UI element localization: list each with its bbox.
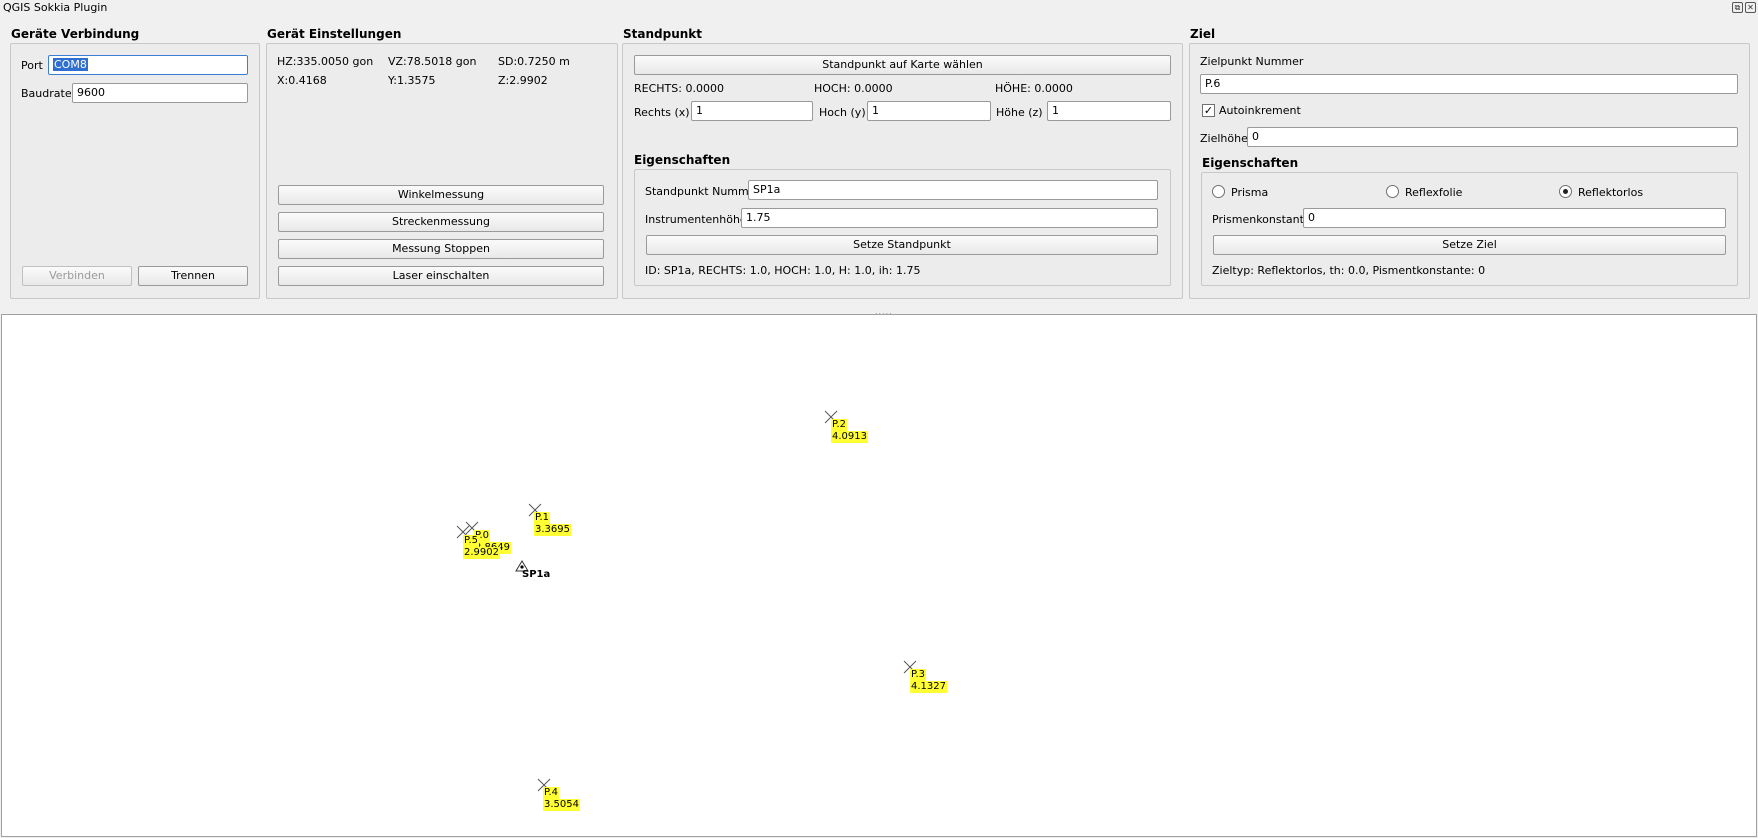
radio-reflexfolie[interactable] — [1386, 185, 1399, 198]
target-number-label: Zielpunkt Nummer — [1200, 55, 1304, 68]
target-group-title: Ziel — [1190, 27, 1216, 41]
radio-reflektorlos[interactable] — [1559, 185, 1572, 198]
point-name: P.3 — [910, 669, 927, 681]
pick-station-button[interactable]: Standpunkt auf Karte wählen — [634, 55, 1171, 75]
port-value: COM8 — [53, 58, 88, 71]
point-value: 3.5054 — [543, 799, 580, 811]
instrument-height-input[interactable]: 1.75 — [741, 208, 1158, 228]
stop-measure-button[interactable]: Messung Stoppen — [278, 239, 604, 259]
laser-button[interactable]: Laser einschalten — [278, 266, 604, 286]
hoehe-readout: HÖHE: 0.0000 — [995, 82, 1073, 95]
target-props-title: Eigenschaften — [1202, 156, 1299, 170]
device-group-title: Gerät Einstellungen — [267, 27, 402, 41]
autoincrement-label: Autoinkrement — [1219, 104, 1301, 117]
prism-constant-input[interactable]: 0 — [1303, 208, 1726, 228]
set-target-button[interactable]: Setze Ziel — [1213, 235, 1726, 255]
z-readout: Z:2.9902 — [498, 74, 548, 87]
point-name: P.1 — [534, 512, 551, 524]
baudrate-label: Baudrate — [21, 87, 72, 100]
baudrate-input[interactable]: 9600 — [72, 83, 248, 103]
set-station-button[interactable]: Setze Standpunkt — [646, 235, 1158, 255]
map-canvas[interactable]: P.2 4.0913 P.1 3.3695 P.0 2.8649 P.5 2.9… — [1, 314, 1757, 837]
target-number-input[interactable]: P.6 — [1200, 74, 1738, 94]
radio-reflektorlos-label: Reflektorlos — [1578, 186, 1644, 199]
station-props-title: Eigenschaften — [634, 153, 731, 167]
sd-readout: SD:0.7250 m — [498, 55, 570, 68]
point-name: P.5 — [463, 535, 480, 547]
radio-reflexfolie-label: Reflexfolie — [1405, 186, 1463, 199]
prism-constant-label: Prismenkonstante — [1212, 213, 1311, 226]
hoch-y-input[interactable]: 1 — [867, 101, 991, 121]
connection-group-title: Geräte Verbindung — [11, 27, 140, 41]
point-value: 3.3695 — [534, 524, 571, 536]
target-info: Zieltyp: Reflektorlos, th: 0.0, Pismentk… — [1212, 264, 1486, 277]
hz-readout: HZ:335.0050 gon — [277, 55, 374, 68]
point-name: P.4 — [543, 787, 560, 799]
hoehe-z-label: Höhe (z) — [996, 106, 1043, 119]
point-label-p1: P.1 3.3695 — [534, 512, 571, 536]
point-value: 4.1327 — [910, 681, 947, 693]
hoch-y-label: Hoch (y) — [819, 106, 866, 119]
point-name: P.2 — [831, 419, 848, 431]
autoincrement-checkbox[interactable]: ✓ — [1202, 104, 1215, 117]
radio-prisma-label: Prisma — [1231, 186, 1269, 199]
point-label-p2: P.2 4.0913 — [831, 419, 868, 443]
point-value: 2.9902 — [463, 547, 500, 559]
rechts-readout: RECHTS: 0.0000 — [634, 82, 724, 95]
distance-measure-button[interactable]: Streckenmessung — [278, 212, 604, 232]
map-markers — [456, 410, 917, 792]
y-readout: Y:1.3575 — [388, 74, 436, 87]
restore-icon[interactable]: ⧉ — [1732, 2, 1743, 13]
radio-prisma[interactable] — [1212, 185, 1225, 198]
hoch-readout: HOCH: 0.0000 — [814, 82, 893, 95]
station-group-title: Standpunkt — [623, 27, 703, 41]
port-label: Port — [21, 59, 43, 72]
connect-button[interactable]: Verbinden — [22, 266, 132, 286]
point-value: 4.0913 — [831, 431, 868, 443]
station-label: SP1a — [522, 569, 551, 580]
rechts-x-input[interactable]: 1 — [691, 101, 813, 121]
angle-measure-button[interactable]: Winkelmessung — [278, 185, 604, 205]
port-input[interactable]: COM8 — [48, 55, 248, 75]
close-icon[interactable]: ✕ — [1745, 2, 1756, 13]
hoehe-z-input[interactable]: 1 — [1047, 101, 1171, 121]
window-title: QGIS Sokkia Plugin — [3, 1, 108, 14]
connection-group — [10, 43, 260, 299]
station-info: ID: SP1a, RECHTS: 1.0, HOCH: 1.0, H: 1.0… — [645, 264, 921, 277]
instrument-height-label: Instrumentenhöhe — [645, 213, 747, 226]
vz-readout: VZ:78.5018 gon — [388, 55, 477, 68]
target-height-input[interactable]: 0 — [1247, 127, 1738, 147]
point-label-p3: P.3 4.1327 — [910, 669, 947, 693]
point-label-p4: P.4 3.5054 — [543, 787, 580, 811]
x-readout: X:0.4168 — [277, 74, 327, 87]
window-titlebar: QGIS Sokkia Plugin ⧉ ✕ — [0, 0, 1758, 16]
rechts-x-label: Rechts (x) — [634, 106, 690, 119]
target-height-label: Zielhöhe — [1200, 132, 1248, 145]
station-number-label: Standpunkt Nummer — [645, 185, 761, 198]
point-label-p5: P.5 2.9902 — [463, 535, 500, 559]
disconnect-button[interactable]: Trennen — [138, 266, 248, 286]
station-number-input[interactable]: SP1a — [748, 180, 1158, 200]
